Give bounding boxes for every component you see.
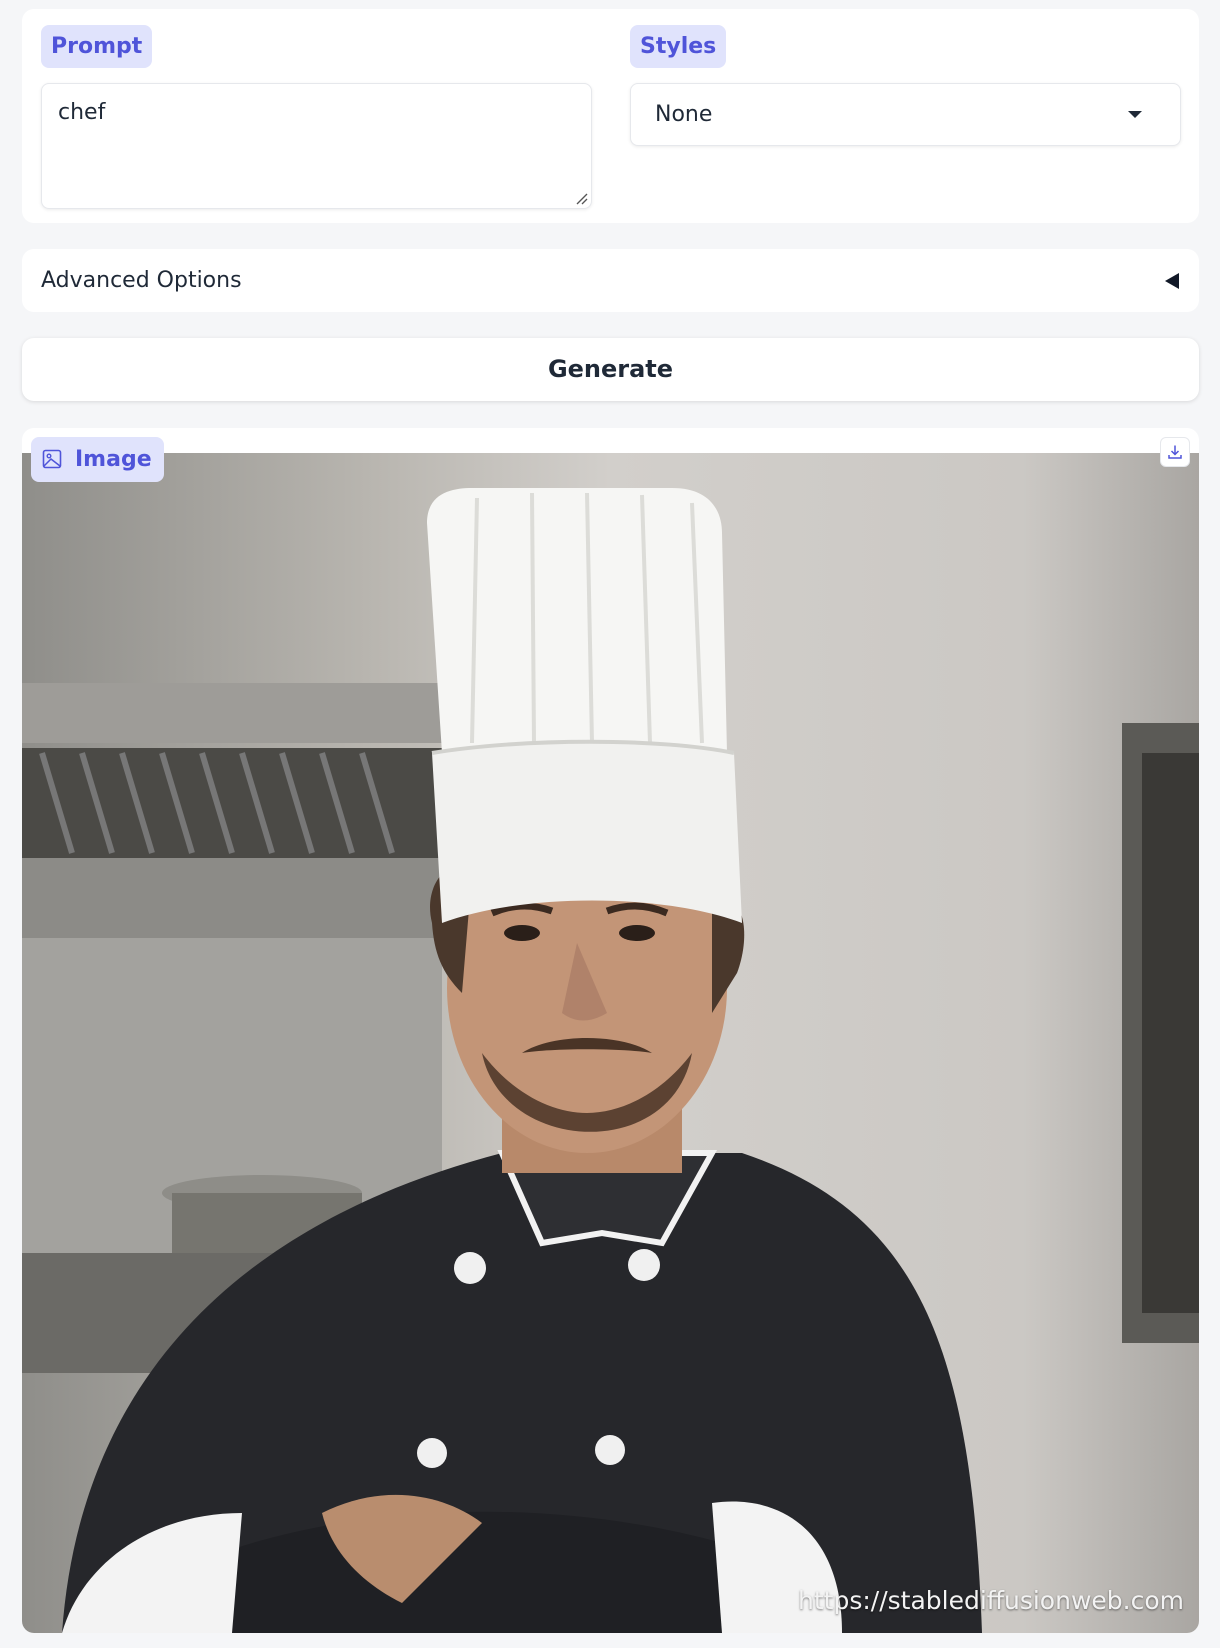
output-image-panel: Image https://stablediffusionweb.com	[22, 428, 1199, 1633]
styles-label: Styles	[630, 25, 727, 68]
watermark-text: https://stablediffusionweb.com	[798, 1586, 1184, 1615]
resize-grip-icon[interactable]	[576, 193, 588, 205]
chevron-down-icon	[1128, 111, 1142, 118]
prompt-value: chef	[58, 100, 106, 125]
prompt-label: Prompt	[41, 25, 153, 68]
image-icon	[42, 449, 62, 469]
download-icon	[1168, 445, 1182, 459]
chef-portrait-illustration	[22, 488, 1199, 1633]
image-label-chip: Image	[31, 437, 164, 482]
generated-image: https://stablediffusionweb.com	[22, 453, 1199, 1633]
advanced-options-accordion[interactable]: Advanced Options	[22, 249, 1199, 312]
generate-button[interactable]: Generate	[22, 338, 1199, 401]
styles-selected-value: None	[655, 102, 713, 127]
prompt-styles-panel: Prompt chef Styles None	[22, 9, 1199, 223]
image-label: Image	[75, 447, 152, 472]
download-button[interactable]	[1160, 437, 1190, 467]
collapse-caret-icon	[1165, 273, 1179, 289]
advanced-options-label: Advanced Options	[41, 268, 242, 293]
prompt-textarea[interactable]: chef	[41, 83, 592, 209]
styles-dropdown[interactable]: None	[630, 83, 1181, 146]
